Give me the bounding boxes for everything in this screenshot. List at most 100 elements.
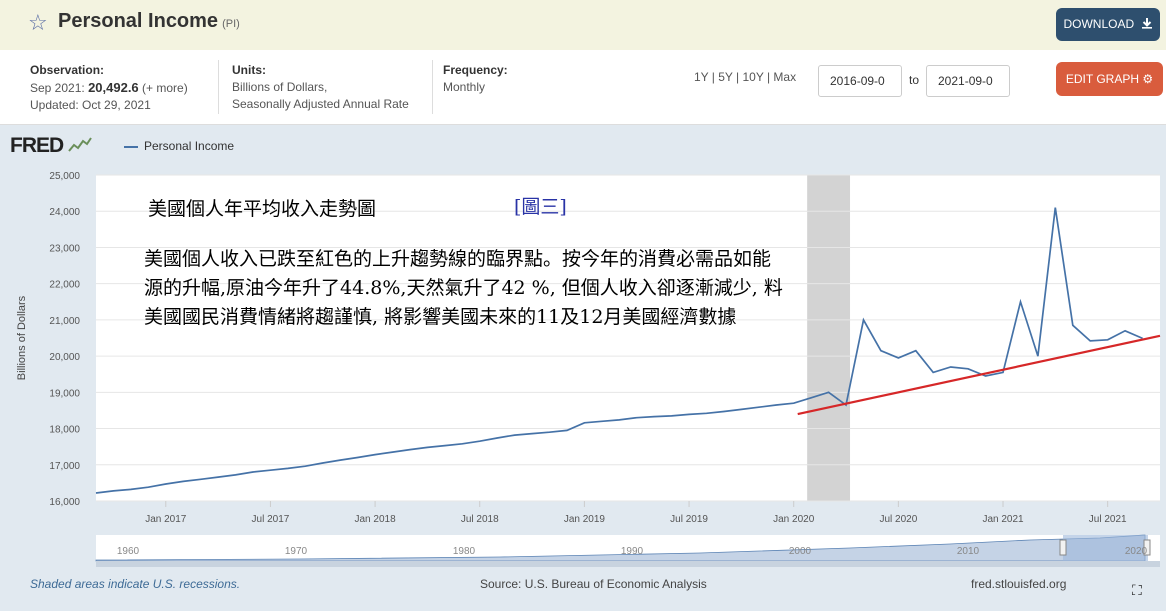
range-navigator[interactable]: 1960 1970 1980 1990 2000 2010 2020 (95, 534, 1160, 567)
data-point[interactable] (548, 431, 550, 433)
x-tick-label: Jan 2021 (982, 514, 1024, 525)
data-point[interactable] (880, 350, 882, 352)
data-point[interactable] (356, 456, 358, 458)
data-point[interactable] (531, 432, 533, 434)
navigator-scrollbar[interactable] (96, 561, 1160, 567)
data-point[interactable] (1054, 206, 1056, 208)
data-point[interactable] (984, 375, 986, 377)
data-point[interactable] (147, 486, 149, 488)
x-tick-label: Jan 2019 (564, 514, 606, 525)
x-tick-label: Jul 2020 (879, 514, 917, 525)
data-point[interactable] (374, 453, 376, 455)
data-point[interactable] (391, 451, 393, 453)
data-point[interactable] (200, 478, 202, 480)
data-point[interactable] (862, 319, 864, 321)
data-point[interactable] (566, 429, 568, 431)
data-point[interactable] (583, 422, 585, 424)
star-icon[interactable]: ☆ (28, 12, 48, 34)
x-tick-label: Jan 2020 (773, 514, 815, 525)
data-point[interactable] (636, 417, 638, 419)
site-link[interactable]: fred.stlouisfed.org (971, 577, 1066, 591)
date-from-input[interactable]: 2016-09-0 (818, 65, 902, 97)
data-point[interactable] (234, 474, 236, 476)
download-button-label: DOWNLOAD (1063, 17, 1135, 31)
data-point[interactable] (601, 420, 603, 422)
observation-value: 20,492.6 (88, 80, 139, 95)
data-point[interactable] (705, 412, 707, 414)
units-line2: Seasonally Adjusted Annual Rate (232, 97, 409, 111)
data-point[interactable] (1107, 339, 1109, 341)
data-point[interactable] (1124, 330, 1126, 332)
y-tick-label: 16,000 (49, 497, 80, 508)
data-point[interactable] (653, 415, 655, 417)
data-point[interactable] (950, 366, 952, 368)
period-selector[interactable]: 1Y | 5Y | 10Y | Max (694, 70, 796, 84)
data-point[interactable] (740, 408, 742, 410)
data-point[interactable] (322, 462, 324, 464)
frequency-block: Frequency: Monthly (443, 62, 508, 96)
data-point[interactable] (304, 465, 306, 467)
navigator-year-label: 1990 (621, 546, 644, 557)
observation-more-link[interactable]: (+ more) (142, 81, 188, 95)
data-point[interactable] (269, 469, 271, 471)
navigator-year-label: 1980 (453, 546, 476, 557)
data-point[interactable] (112, 490, 114, 492)
data-point[interactable] (217, 476, 219, 478)
data-point[interactable] (496, 437, 498, 439)
data-point[interactable] (426, 446, 428, 448)
data-point[interactable] (1019, 301, 1021, 303)
data-point[interactable] (810, 397, 812, 399)
data-point[interactable] (775, 404, 777, 406)
data-point[interactable] (1037, 355, 1039, 357)
info-divider (218, 60, 219, 114)
fullscreen-icon[interactable]: ⛶ (1132, 582, 1142, 599)
navigator-year-label: 2020 (1125, 546, 1148, 557)
data-point[interactable] (915, 350, 917, 352)
navigator-year-label: 1960 (117, 546, 140, 557)
observation-block: Observation: Sep 2021: 20,492.6 (+ more)… (30, 62, 188, 114)
data-point[interactable] (1072, 324, 1074, 326)
data-point[interactable] (967, 368, 969, 370)
data-point[interactable] (1089, 340, 1091, 342)
series-code: (PI) (222, 18, 240, 30)
data-point[interactable] (897, 357, 899, 359)
date-to-input[interactable]: 2021-09-0 (926, 65, 1010, 97)
data-point[interactable] (513, 434, 515, 436)
data-point[interactable] (165, 483, 167, 485)
data-point[interactable] (723, 410, 725, 412)
units-block: Units: Billions of Dollars, Seasonally A… (232, 62, 409, 113)
edit-graph-button[interactable]: EDIT GRAPH ⚙ (1056, 62, 1163, 96)
data-point[interactable] (444, 444, 446, 446)
observation-line: Sep 2021: 20,492.6 (+ more) (30, 79, 188, 97)
navigator-year-label: 2010 (957, 546, 980, 557)
date-to-label: to (909, 73, 920, 87)
x-tick-label: Jul 2019 (670, 514, 708, 525)
data-point[interactable] (339, 459, 341, 461)
data-point[interactable] (182, 480, 184, 482)
data-point[interactable] (479, 440, 481, 442)
frequency-value: Monthly (443, 80, 486, 94)
series-title-text: Personal Income (58, 10, 219, 32)
y-tick-label: 23,000 (49, 243, 80, 254)
data-point[interactable] (827, 391, 829, 393)
data-point[interactable] (688, 413, 690, 415)
data-point[interactable] (670, 415, 672, 417)
download-button[interactable]: DOWNLOAD (1056, 8, 1160, 41)
navigator-left-handle[interactable] (1059, 539, 1067, 556)
legend-label: Personal Income (144, 139, 235, 153)
data-point[interactable] (793, 402, 795, 404)
fred-chart-icon (68, 137, 92, 152)
data-point[interactable] (252, 471, 254, 473)
data-point[interactable] (461, 443, 463, 445)
data-point[interactable] (932, 371, 934, 373)
data-point[interactable] (1002, 371, 1004, 373)
data-point[interactable] (758, 406, 760, 408)
data-point[interactable] (130, 488, 132, 490)
data-point[interactable] (409, 448, 411, 450)
data-point[interactable] (618, 419, 620, 421)
source-note: Source: U.S. Bureau of Economic Analysis (480, 577, 707, 591)
data-point[interactable] (287, 467, 289, 469)
data-point[interactable] (95, 492, 97, 494)
fred-logo: FRED (10, 134, 92, 158)
plot-background (96, 175, 1160, 501)
